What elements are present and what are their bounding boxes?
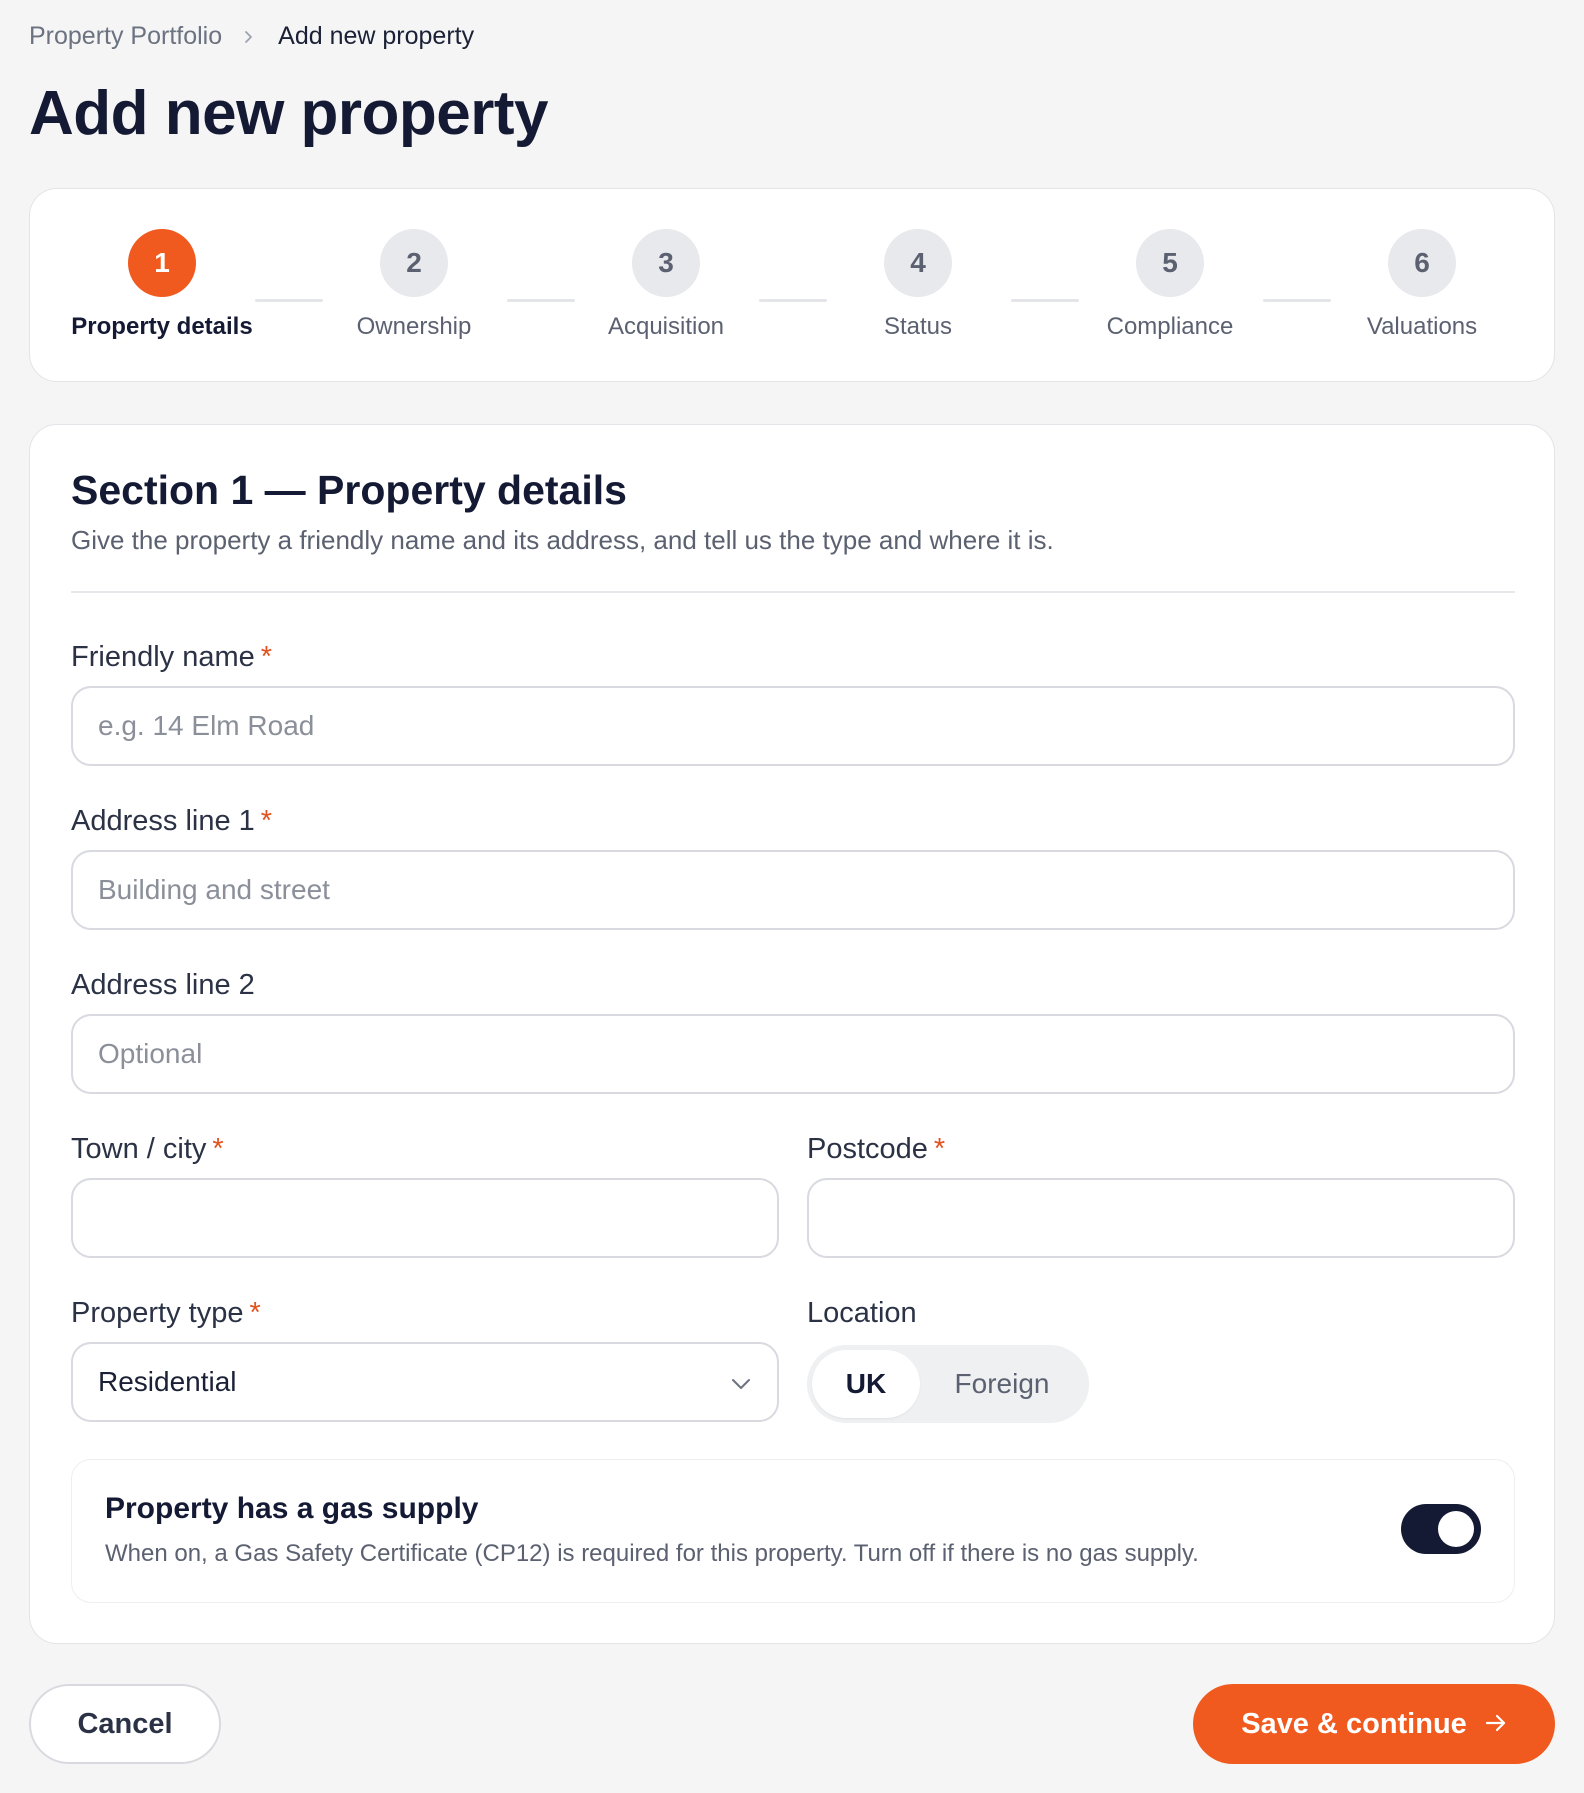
save-continue-button[interactable]: Save & continue (1193, 1684, 1555, 1764)
required-mark: * (212, 1133, 224, 1165)
section-divider (71, 591, 1515, 593)
chevron-down-icon (730, 1366, 752, 1398)
location-segmented-control: UK Foreign (807, 1345, 1089, 1423)
postcode-input[interactable] (807, 1178, 1515, 1258)
step-number: 6 (1388, 229, 1456, 297)
step-label: Status (883, 313, 953, 340)
town-city-label: Town / city * (71, 1133, 224, 1165)
cancel-button[interactable]: Cancel (29, 1684, 221, 1764)
required-mark: * (260, 805, 273, 837)
stepper: 1 Property details 2 Ownership 3 Acquisi… (29, 188, 1555, 382)
step-label: Acquisition (607, 313, 725, 340)
breadcrumb: Property Portfolio Add new property (29, 22, 474, 51)
required-mark: * (933, 1133, 946, 1165)
step-number: 1 (128, 229, 196, 297)
gas-supply-description: When on, a Gas Safety Certificate (CP12)… (105, 1540, 1199, 1567)
location-label: Location (807, 1297, 917, 1329)
property-type-value: Residential (98, 1366, 237, 1397)
arrow-right-icon (1485, 1708, 1507, 1741)
gas-supply-toggle[interactable] (1401, 1504, 1481, 1554)
address-line-1-input[interactable] (71, 850, 1515, 930)
step-connector (759, 299, 827, 302)
friendly-name-label: Friendly name * (71, 641, 273, 673)
step-property-details[interactable]: 1 Property details (62, 229, 262, 341)
friendly-name-input[interactable] (71, 686, 1515, 766)
save-continue-label: Save & continue (1241, 1707, 1467, 1740)
step-label: Ownership (356, 313, 472, 340)
step-connector (507, 299, 575, 302)
address-line-2-input[interactable] (71, 1014, 1515, 1094)
required-mark: * (249, 1297, 261, 1329)
chevron-right-icon (242, 30, 256, 44)
breadcrumb-link-property-portfolio[interactable]: Property Portfolio (29, 22, 222, 51)
step-label: Compliance (1106, 313, 1234, 340)
step-number: 3 (632, 229, 700, 297)
step-compliance[interactable]: 5 Compliance (1070, 229, 1270, 341)
section-description: Give the property a friendly name and it… (71, 525, 1054, 555)
gas-supply-panel: Property has a gas supply When on, a Gas… (71, 1459, 1515, 1603)
step-ownership[interactable]: 2 Ownership (314, 229, 514, 341)
step-acquisition[interactable]: 3 Acquisition (566, 229, 766, 341)
property-type-select[interactable]: Residential (71, 1342, 779, 1422)
step-connector (255, 299, 323, 302)
step-valuations[interactable]: 6 Valuations (1322, 229, 1522, 341)
address-line-1-label: Address line 1 * (71, 805, 273, 837)
location-option-foreign[interactable]: Foreign (920, 1350, 1084, 1418)
breadcrumb-current: Add new property (278, 22, 475, 50)
step-connector (1011, 299, 1079, 302)
address-line-2-label: Address line 2 (71, 969, 255, 1001)
toggle-knob (1438, 1511, 1474, 1547)
postcode-label: Postcode * (807, 1133, 946, 1165)
step-number: 5 (1136, 229, 1204, 297)
step-number: 2 (380, 229, 448, 297)
page-title: Add new property (29, 79, 549, 148)
step-connector (1263, 299, 1331, 302)
property-details-form: Section 1 — Property details Give the pr… (29, 424, 1555, 1644)
step-status[interactable]: 4 Status (818, 229, 1018, 341)
step-label: Property details (71, 313, 253, 340)
property-type-label: Property type * (71, 1297, 261, 1329)
location-option-uk[interactable]: UK (812, 1350, 920, 1418)
required-mark: * (260, 641, 273, 673)
step-number: 4 (884, 229, 952, 297)
gas-supply-title: Property has a gas supply (105, 1492, 479, 1525)
section-title: Section 1 — Property details (71, 467, 627, 513)
step-label: Valuations (1366, 313, 1478, 340)
town-city-input[interactable] (71, 1178, 779, 1258)
